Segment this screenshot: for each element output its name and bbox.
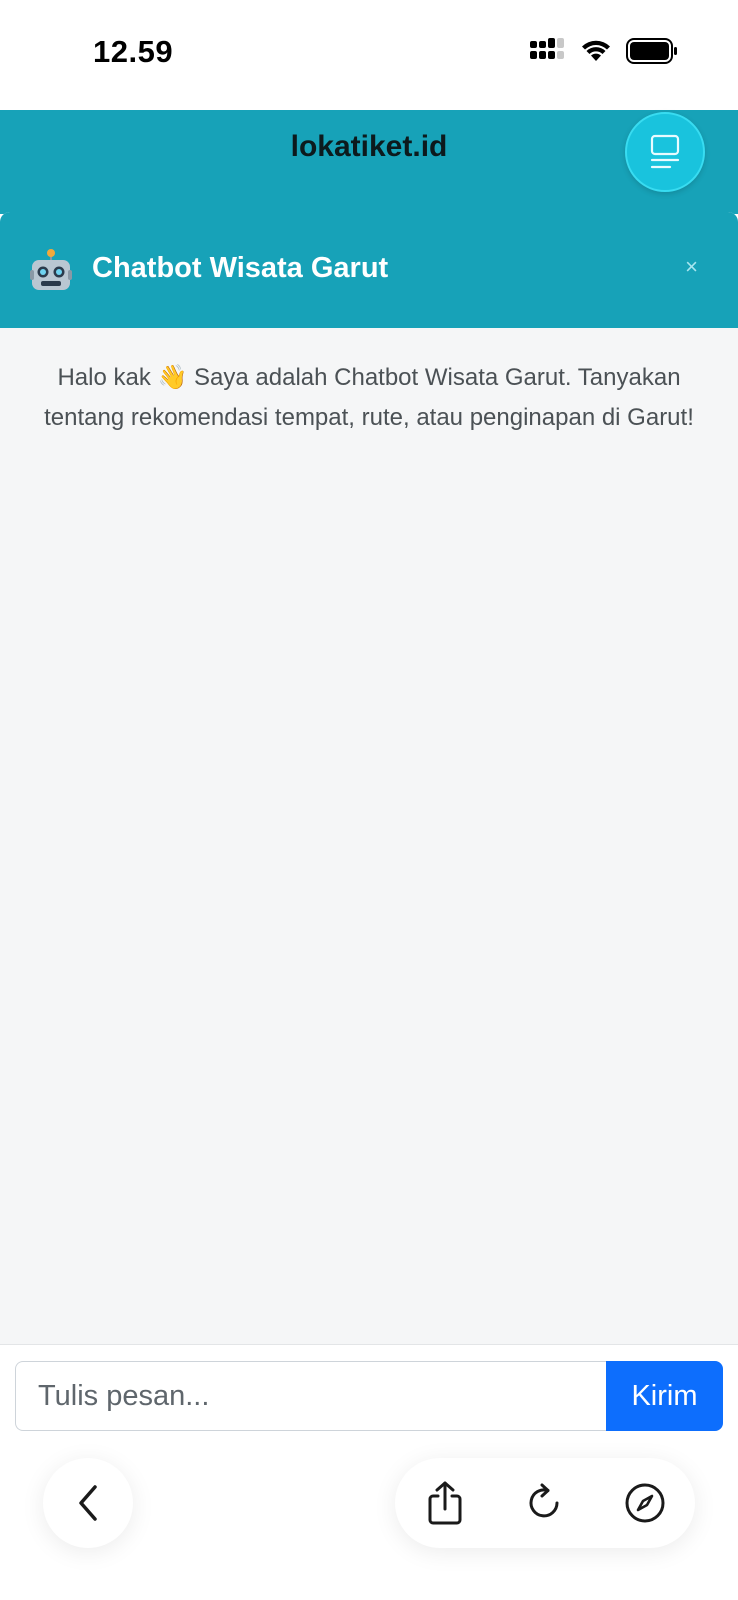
- compass-icon: [625, 1483, 665, 1523]
- message-input-bar: Kirim: [0, 1344, 738, 1445]
- reload-icon: [529, 1483, 559, 1518]
- browser-toolbar: [0, 1444, 738, 1600]
- chat-panel: Chatbot Wisata Garut × Halo kak 👋 Saya a…: [0, 212, 738, 1444]
- close-chat-button[interactable]: ×: [685, 254, 698, 280]
- status-icons: [530, 38, 678, 64]
- chat-header: Chatbot Wisata Garut ×: [0, 212, 738, 328]
- browser-actions: [395, 1458, 695, 1548]
- battery-icon: [626, 38, 677, 64]
- back-button[interactable]: [43, 1458, 133, 1548]
- status-time: 12.59: [93, 34, 174, 69]
- compass-button[interactable]: [620, 1478, 670, 1528]
- menu-button[interactable]: [625, 112, 705, 192]
- menu-icon: [650, 134, 680, 169]
- status-bar: 12.59: [0, 0, 738, 110]
- cellular-signal-icon: [530, 38, 564, 59]
- welcome-message: Halo kak 👋 Saya adalah Chatbot Wisata Ga…: [44, 364, 694, 431]
- wifi-icon: [582, 40, 610, 61]
- robot-icon: [30, 249, 72, 290]
- chat-title: Chatbot Wisata Garut: [92, 252, 389, 284]
- message-input[interactable]: [15, 1361, 607, 1431]
- reload-button[interactable]: [520, 1478, 570, 1528]
- back-icon: [79, 1485, 97, 1521]
- share-button[interactable]: [420, 1478, 470, 1528]
- share-icon: [428, 1481, 462, 1525]
- send-button[interactable]: Kirim: [606, 1361, 723, 1431]
